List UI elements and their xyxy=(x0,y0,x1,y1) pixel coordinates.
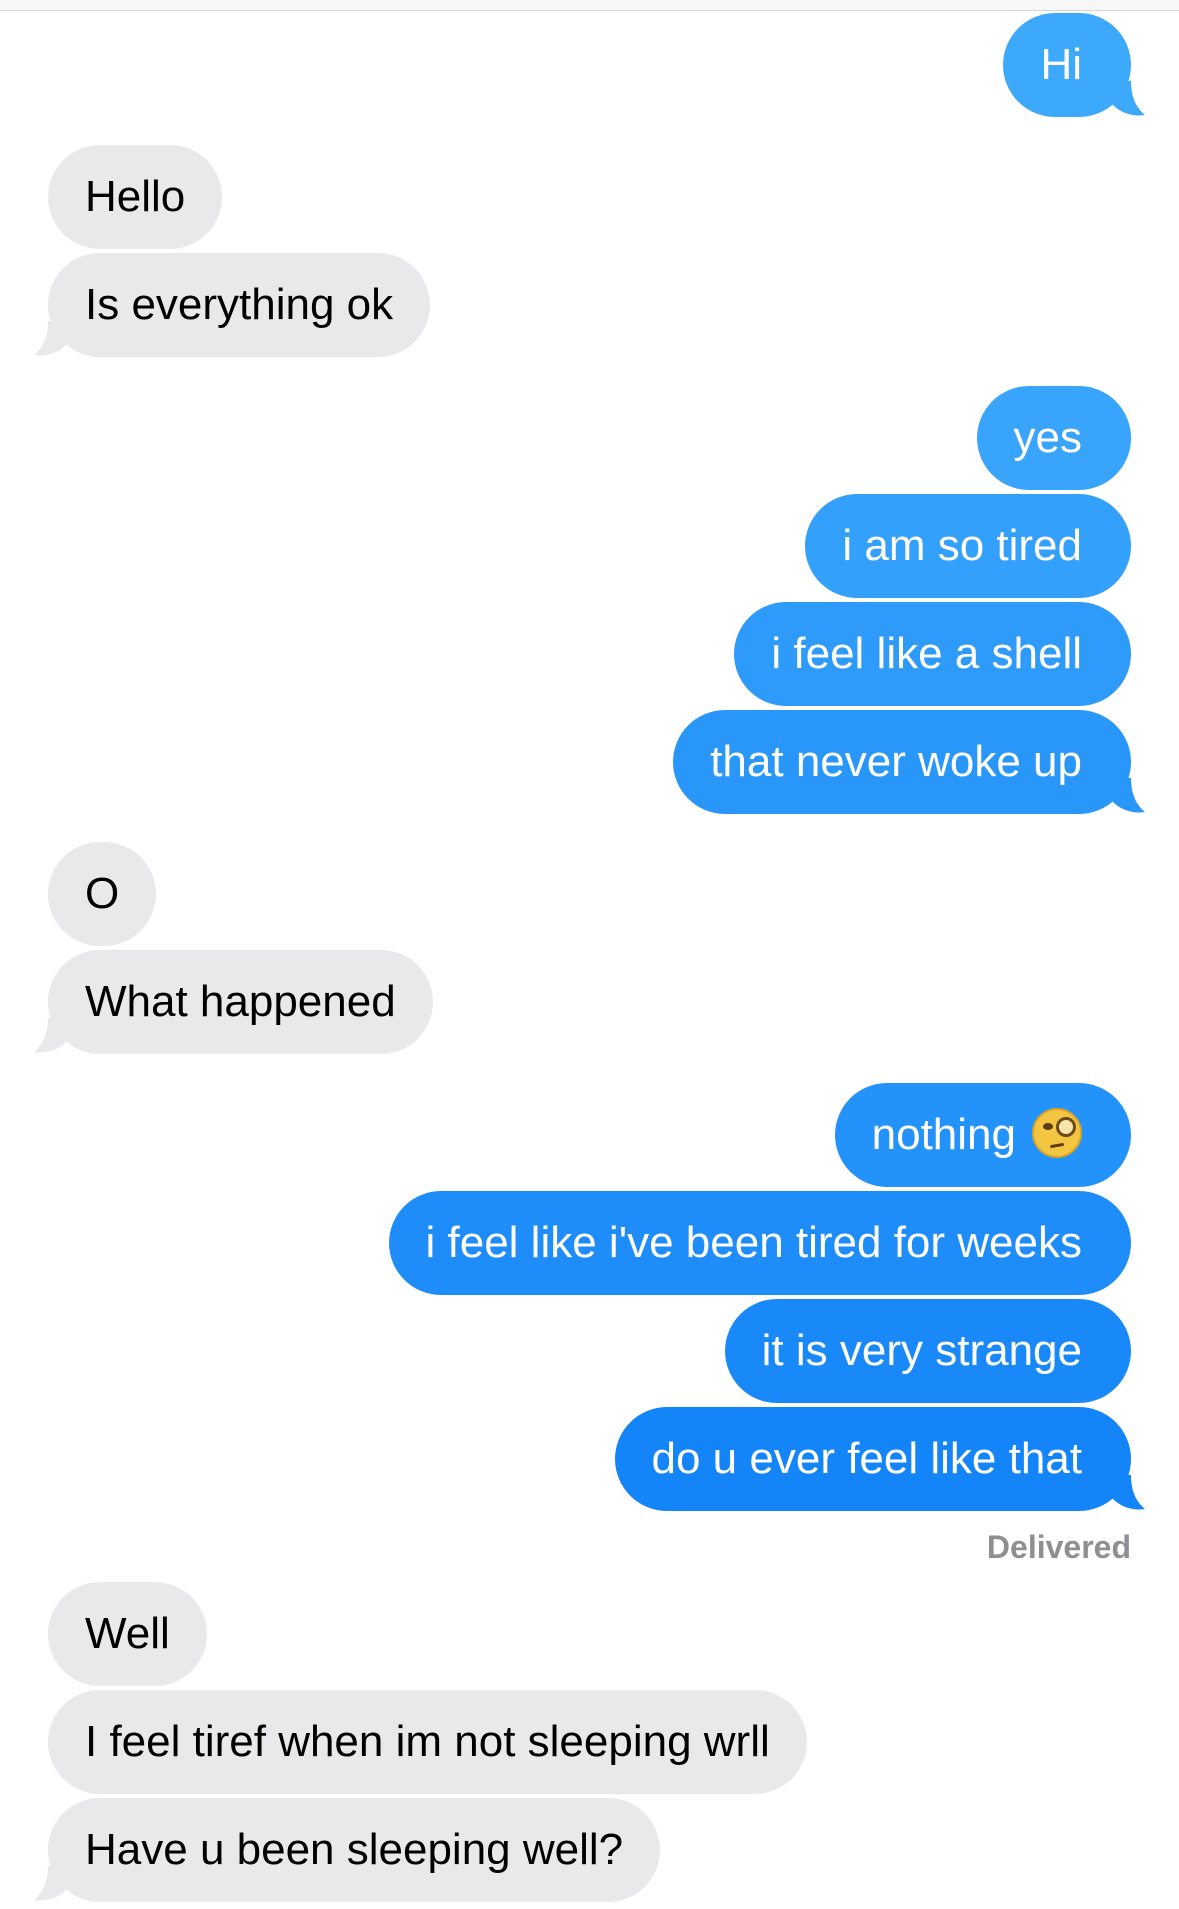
outgoing-message-bubble[interactable]: nothing xyxy=(834,1083,1131,1187)
outgoing-message-bubble[interactable]: yes xyxy=(976,386,1131,490)
message-text: nothing xyxy=(871,1110,1016,1159)
bubble-tail-icon xyxy=(34,321,68,356)
incoming-message-bubble[interactable]: Hello xyxy=(48,145,223,249)
message-text: it is very strange xyxy=(761,1326,1082,1375)
outgoing-message-bubble[interactable]: Hi xyxy=(1003,13,1145,117)
incoming-message-bubble[interactable]: Have u been sleeping well? xyxy=(34,1798,661,1902)
top-divider xyxy=(0,0,1179,11)
outgoing-message-bubble[interactable]: it is very strange xyxy=(724,1299,1131,1403)
message-text: Hi xyxy=(1040,40,1082,89)
outgoing-message-bubble[interactable]: i am so tired xyxy=(805,494,1131,598)
message-text: that never woke up xyxy=(710,737,1082,786)
message-text: Well xyxy=(85,1609,170,1658)
bubble-tail-icon xyxy=(1111,81,1145,116)
message-text: What happened xyxy=(85,977,396,1026)
incoming-message-bubble[interactable]: Well xyxy=(48,1582,207,1686)
delivered-status: Delivered xyxy=(986,1529,1131,1565)
bubble-tail-icon xyxy=(34,1866,68,1901)
message-thread: Delivered Hi Hello Is everything ok yes i am… xyxy=(0,0,1179,1909)
incoming-message-bubble[interactable]: I feel tiref when im not sleeping wrll xyxy=(48,1690,807,1794)
message-text: Is everything ok xyxy=(85,280,394,329)
message-text: yes xyxy=(1013,413,1082,462)
incoming-message-bubble[interactable]: Is everything ok xyxy=(34,253,431,357)
incoming-message-bubble[interactable]: O xyxy=(48,842,157,946)
message-text: do u ever feel like that xyxy=(651,1434,1082,1483)
message-text: Hello xyxy=(85,172,186,221)
message-text: Have u been sleeping well? xyxy=(85,1825,624,1874)
message-text: i am so tired xyxy=(842,521,1082,570)
face-with-monocle-icon xyxy=(1032,1108,1082,1159)
outgoing-message-bubble[interactable]: i feel like a shell xyxy=(734,602,1131,706)
outgoing-message-bubble[interactable]: that never woke up xyxy=(673,710,1145,814)
message-text: i feel like a shell xyxy=(771,629,1082,678)
bubble-tail-icon xyxy=(1111,1475,1145,1510)
bubble-tail-icon xyxy=(34,1018,68,1053)
message-text: I feel tiref when im not sleeping wrll xyxy=(85,1717,770,1766)
message-text: i feel like i've been tired for weeks xyxy=(425,1218,1083,1267)
outgoing-message-bubble[interactable]: i feel like i've been tired for weeks xyxy=(388,1191,1131,1295)
message-text: O xyxy=(85,869,120,918)
bubble-tail-icon xyxy=(1111,778,1145,813)
incoming-message-bubble[interactable]: What happened xyxy=(34,950,433,1054)
outgoing-message-bubble[interactable]: do u ever feel like that xyxy=(614,1407,1145,1511)
